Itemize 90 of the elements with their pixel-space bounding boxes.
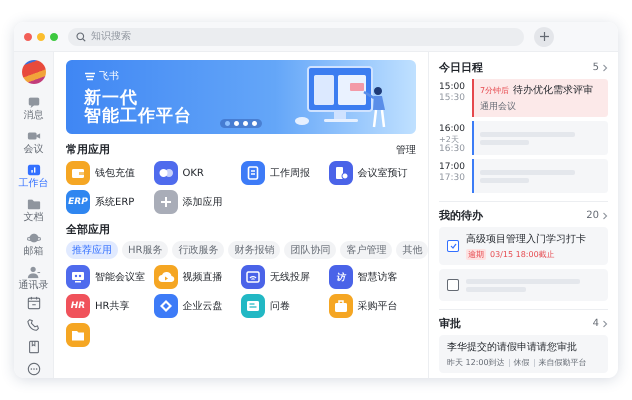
banner-headline: 新一代 [84,89,138,107]
approval-card[interactable]: 李华提交的请假申请请您审批 昨天 12:00到达 休假 来自假勤平台 [439,335,608,373]
category-tab[interactable]: 客户管理 [340,241,392,259]
avatar[interactable] [22,60,46,84]
app-tile[interactable]: 采购平台 [328,294,416,318]
section-title: 今日日程 [439,60,483,75]
app-tile[interactable]: HR HR共享 [66,294,154,318]
more-icon[interactable] [26,362,40,376]
day-offset: +2天 [439,135,460,144]
start-time: 16:00 [439,124,466,135]
search-icon [76,32,86,42]
checkbox[interactable] [447,240,459,252]
section-title: 审批 [439,316,461,331]
chat-icon [26,95,40,109]
category-tab[interactable]: 财务报销 [228,241,280,259]
chevron-right-icon [602,64,608,72]
app-tile[interactable]: 智能会议室 [66,265,154,289]
check-icon [450,243,456,249]
app-tile[interactable]: OKR [154,161,241,185]
category-tab[interactable]: HR服务 [122,241,168,259]
app-tile[interactable]: 问卷 [241,294,328,318]
search-bar[interactable]: 知识搜索 [68,28,524,46]
count-link[interactable]: 5 [592,62,608,73]
calendar-icon[interactable] [26,296,40,310]
app-tile[interactable]: 添加应用 [154,190,241,214]
event-title: 待办优化需求评审 [513,84,594,97]
minimize-button-icon [37,32,45,40]
event-tag: 7分钟后 [480,85,510,96]
brand-name: 飞书 [99,70,119,83]
dashboard-icon [26,163,40,177]
sidebar-item[interactable]: 消息 [14,92,54,124]
app-tile[interactable]: ERP 系统ERP [66,190,154,214]
planet-icon [26,231,40,245]
category-tab[interactable]: 团队协同 [284,241,336,259]
todo-title: 高级项目管理入门学习打卡 [466,232,587,246]
app-tile[interactable]: 访 智慧访客 [328,265,416,289]
approval-meta: 昨天 12:00到达 [447,357,505,368]
folder-icon [26,197,40,211]
approval-meta: 休假 [514,357,530,368]
section-title: 我的待办 [439,208,483,223]
chevron-right-icon [602,320,608,328]
category-tab[interactable]: 推荐应用 [66,241,118,259]
category-tab[interactable]: 行政服务 [172,241,224,259]
count-link[interactable]: 20 [586,210,608,221]
start-time: 15:00 [439,82,466,93]
app-logo: 访 [328,265,352,289]
section-title: 全部应用 [66,222,110,237]
app-tile[interactable]: 会议室预订 [328,161,416,185]
plus-icon [540,32,548,41]
event-card[interactable]: 7分钟后 待办优化需求评审 通用会议 [472,79,608,117]
approval-title: 李华提交的请假申请请您审批 [447,340,578,354]
app-tile[interactable]: 企业云盘 [154,294,241,318]
carousel-dot[interactable] [252,121,257,126]
phone-icon[interactable] [26,318,40,332]
logo-icon [84,72,96,80]
end-time: 15:30 [439,93,466,104]
section-title: 常用应用 [66,142,110,157]
app-tile[interactable]: 视频直播 [154,265,241,289]
add-button[interactable] [534,26,554,46]
close-button-icon [24,32,32,40]
app-tile[interactable]: 钱包充值 [66,161,154,185]
chevron-right-icon [602,212,608,220]
contacts-icon [26,265,40,279]
approval-meta: 来自假勤平台 [538,357,587,368]
checkbox[interactable] [447,279,459,291]
manage-link[interactable]: 管理 [396,142,416,156]
carousel-dot[interactable] [243,121,248,126]
todo-item[interactable]: 高级项目管理入门学习打卡 逾期 03/15 18:00截止 [439,227,608,265]
overdue-tag: 逾期 [466,249,486,260]
app-tile[interactable]: 工作周报 [241,161,328,185]
book-icon[interactable] [26,340,40,354]
due-date: 03/15 18:00截止 [490,249,555,260]
app-tile[interactable]: 无线投屏 [241,265,328,289]
category-tab[interactable]: 其他 [396,241,428,259]
end-time: 17:30 [439,173,466,184]
start-time: 17:00 [439,162,466,173]
app-logo: ERP [66,190,90,214]
carousel-dot[interactable] [234,121,239,126]
banner-headline: 智能工作平台 [84,107,192,125]
sidebar-item[interactable]: 文档 [14,194,54,226]
count-link[interactable]: 4 [592,318,608,329]
sidebar-item[interactable]: 会议 [14,126,54,158]
app-logo: HR [66,294,90,318]
maximize-button-icon [50,32,58,40]
event-subtitle: 通用会议 [480,100,517,113]
sidebar-item[interactable]: 工作台 [14,160,54,192]
sidebar-item[interactable]: 通讯录 [14,262,54,294]
sidebar-item[interactable]: 邮箱 [14,228,54,260]
carousel-dot[interactable] [225,121,230,126]
end-time: 16:30 [439,144,466,155]
